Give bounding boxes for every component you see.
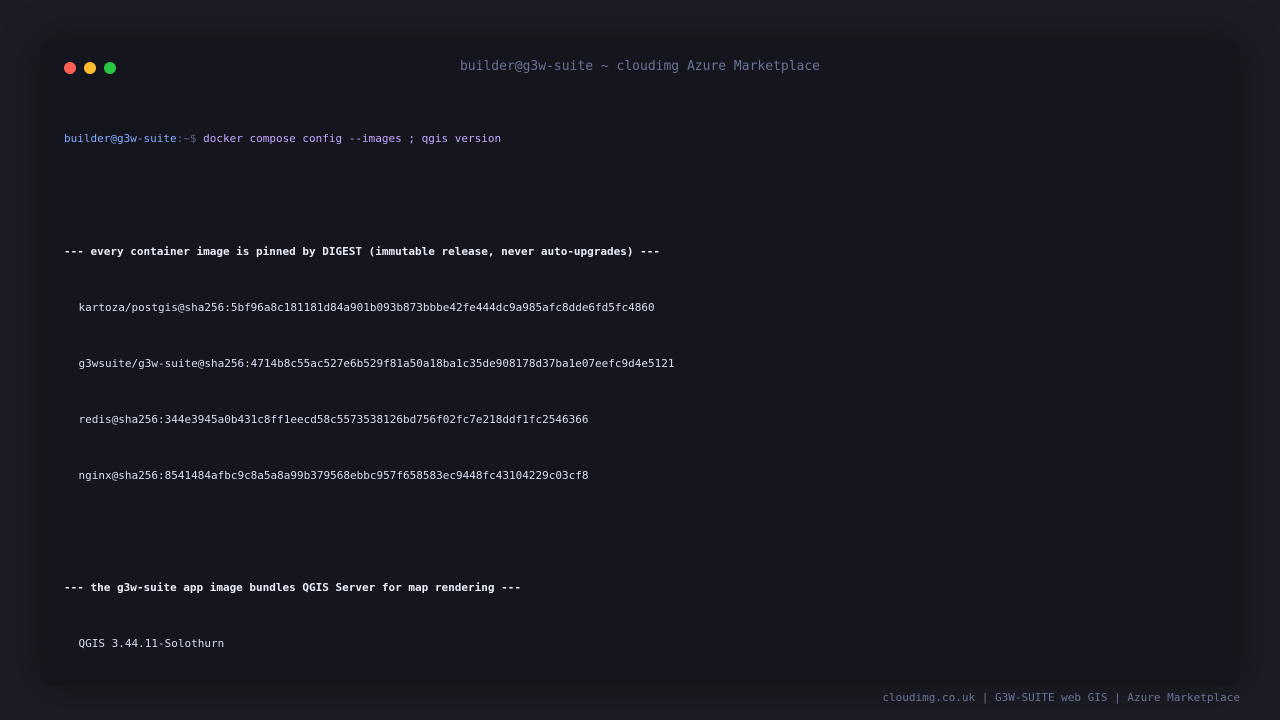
image-digest-line: g3wsuite/g3w-suite@sha256:4714b8c55ac527…: [78, 356, 675, 370]
image-digest-line: redis@sha256:344e3945a0b431c8ff1eecd58c5…: [78, 412, 589, 426]
window-title: builder@g3w-suite ~ cloudimg Azure Marke…: [459, 59, 821, 74]
footer-caption: cloudimg.co.uk | G3W-SUITE web GIS | Azu…: [882, 691, 1240, 704]
section-header-qgis: --- the g3w-suite app image bundles QGIS…: [64, 581, 521, 595]
terminal-window: builder@g3w-suite ~ cloudimg Azure Marke…: [40, 40, 1240, 685]
command-line: builder@g3w-suite:~$ docker compose conf…: [64, 130, 1216, 149]
prompt-user-host: builder@g3w-suite: [64, 132, 177, 146]
qgis-version-line: QGIS 3.44.11-Solothurn: [78, 637, 225, 651]
image-digest-line: nginx@sha256:8541484afbc9c8a5a8a99b37956…: [78, 468, 589, 482]
section-header-digest: --- every container image is pinned by D…: [64, 244, 661, 258]
command-text: docker compose config --images ; qgis ve…: [203, 132, 502, 146]
prompt-path: :~$: [176, 132, 204, 146]
image-digest-line: kartoza/postgis@sha256:5bf96a8c181181d84…: [78, 300, 655, 314]
terminal-output[interactable]: builder@g3w-suite:~$ docker compose conf…: [64, 93, 1216, 691]
